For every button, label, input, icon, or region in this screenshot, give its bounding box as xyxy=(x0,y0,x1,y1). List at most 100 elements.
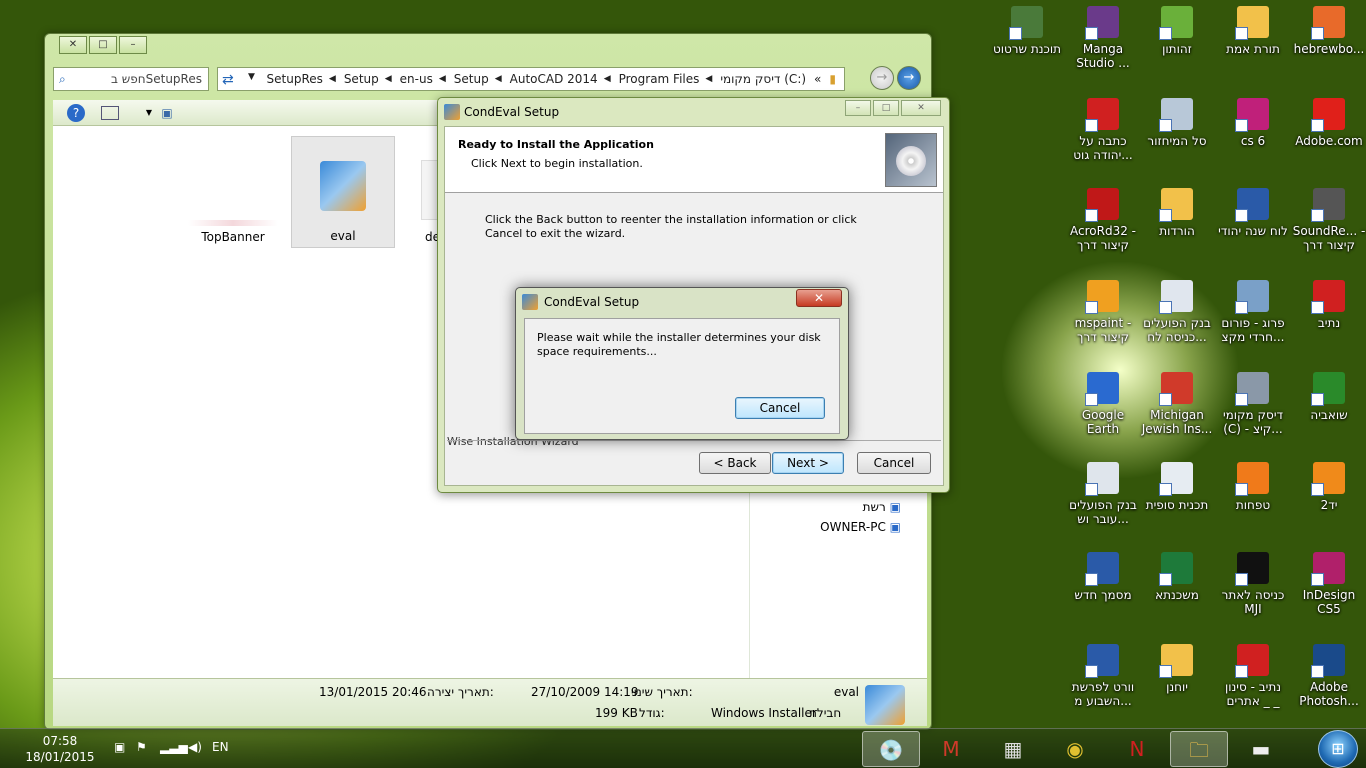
cancel-button[interactable]: Cancel xyxy=(735,397,825,419)
desktop-icon[interactable]: פרוג - פורום חרדי מקצ... xyxy=(1214,280,1292,344)
desktop-icon[interactable]: תוכנת שרטוט xyxy=(988,6,1066,56)
desktop-icon-label: סל המיחזור xyxy=(1147,134,1207,148)
desktop-icon[interactable]: תכנית סופית xyxy=(1138,462,1216,512)
wizard-header: Ready to Install the Application Click N… xyxy=(445,127,943,193)
desktop-icon-label: InDesign CS5 xyxy=(1302,588,1356,616)
desktop-icon[interactable]: AcroRd32 - קיצור דרך xyxy=(1064,188,1142,252)
flag-icon[interactable]: ⚑ xyxy=(136,740,147,754)
desktop-icon[interactable]: טפחות xyxy=(1214,462,1292,512)
action-center-icon[interactable]: ▣ xyxy=(114,740,125,754)
downloads-folder-icon xyxy=(1159,188,1193,222)
breadcrumb-segment[interactable]: Program Files xyxy=(619,72,700,86)
chrome-icon[interactable]: ◉ xyxy=(1046,731,1104,767)
excel-icon xyxy=(1159,552,1193,586)
scanner-icon[interactable]: ▬ xyxy=(1232,731,1290,767)
view-icon[interactable]: ▣ xyxy=(157,104,177,122)
search-box[interactable]: ⌕ חפש בSetupRes xyxy=(53,67,209,91)
file-item[interactable]: TopBanner xyxy=(181,136,285,248)
desktop-icon[interactable]: סל המיחזור xyxy=(1138,98,1216,148)
desktop-icon[interactable]: Google Earth xyxy=(1064,372,1142,436)
desktop-icon-label: זהותון xyxy=(1162,42,1192,56)
breadcrumb-segment[interactable]: Setup xyxy=(454,72,489,86)
signal-icon[interactable]: ▂▃▅ xyxy=(160,740,188,754)
volume-icon[interactable]: ◀) xyxy=(188,740,202,754)
wizard-message: Click the Back button to reenter the ins… xyxy=(485,213,857,240)
calculator-icon[interactable]: ▦ xyxy=(984,731,1042,767)
microphone-icon xyxy=(1311,188,1345,222)
close-button[interactable]: ✕ xyxy=(901,100,941,116)
start-button[interactable]: ⊞ xyxy=(1318,730,1358,768)
address-bar[interactable]: ⇄ ▼ SetupRes ◀ Setup ◀ en-us ◀ Setup ◀ AutoC… xyxy=(217,67,845,91)
file-item-selected[interactable]: eval xyxy=(291,136,395,248)
minimize-button[interactable]: – xyxy=(845,100,871,116)
desktop-icon[interactable]: בנק הפועלים עובר וש... xyxy=(1064,462,1142,526)
desktop-icon-label: cs 6 xyxy=(1240,134,1266,148)
language-indicator[interactable]: EN xyxy=(212,740,229,754)
details-modified-label: תאריך שינוי: xyxy=(631,685,693,699)
desktop-icon[interactable]: וורט לפרשת השבוע מ... xyxy=(1064,644,1142,708)
desktop-icon[interactable]: שואביה xyxy=(1290,372,1366,422)
folder-icon xyxy=(1159,644,1193,678)
help-icon[interactable]: ? xyxy=(67,104,85,122)
desktop-icon[interactable]: Adobe Photosh... xyxy=(1290,644,1366,708)
breadcrumb-segment[interactable]: דיסק מקומי (C:) xyxy=(720,72,806,86)
desktop-icon[interactable]: cs 6 xyxy=(1214,98,1292,148)
nav-item-network[interactable]: רשת ▣ xyxy=(851,500,901,514)
disk-space-dialog[interactable]: CondEval Setup ✕ Please wait while the i… xyxy=(515,287,849,440)
explorer-folder-icon[interactable]: 🗀 xyxy=(1170,731,1228,767)
breadcrumb-segment[interactable]: en-us xyxy=(400,72,433,86)
desktop-icon[interactable]: mspaint - קיצור דרך xyxy=(1064,280,1142,344)
desktop-icon[interactable]: תורת אמת xyxy=(1214,6,1292,56)
close-button[interactable]: ✕ xyxy=(796,289,842,307)
desktop-icon[interactable]: Manga Studio ... xyxy=(1064,6,1142,70)
desktop-icon[interactable]: כניסה לאתר MJI xyxy=(1214,552,1292,616)
chevron-icon: ◀ xyxy=(384,74,392,84)
view-dropdown-icon[interactable]: ▼ xyxy=(139,104,159,122)
minimize-button[interactable]: – xyxy=(119,36,147,54)
breadcrumb-segment[interactable]: SetupRes xyxy=(267,72,323,86)
next-button[interactable]: Next > xyxy=(772,452,844,474)
desktop-icon[interactable]: נתיב xyxy=(1290,280,1366,330)
google-earth-icon xyxy=(1085,372,1119,406)
breadcrumb-segment[interactable]: Setup xyxy=(344,72,379,86)
breadcrumb-more[interactable]: « xyxy=(814,72,821,86)
desktop-icon[interactable]: כתבה על יהודה גוט... xyxy=(1064,98,1142,162)
installer-icon[interactable]: 💿 xyxy=(862,731,920,767)
back-button[interactable]: < Back xyxy=(699,452,771,474)
tefahot-icon xyxy=(1235,462,1269,496)
refresh-icon[interactable]: ⇄ xyxy=(222,71,240,89)
desktop-icon[interactable]: בנק הפועלים כניסה לח... xyxy=(1138,280,1216,344)
desktop-icon[interactable]: הורדות xyxy=(1138,188,1216,238)
clock-time: 07:58 xyxy=(42,734,78,748)
desktop-icon[interactable]: hebrewbo... xyxy=(1290,6,1366,56)
maximize-button[interactable]: □ xyxy=(873,100,899,116)
nav-item-computer[interactable]: OWNER-PC ▣ xyxy=(793,520,901,534)
desktop-icon[interactable]: Adobe.com xyxy=(1290,98,1366,148)
nativ-icon[interactable]: N xyxy=(1108,731,1166,767)
desktop-icon[interactable]: נתיב - סינון אתרים _ _ xyxy=(1214,644,1292,708)
back-button[interactable]: → xyxy=(897,66,921,90)
cancel-button[interactable]: Cancel xyxy=(857,452,931,474)
calendar-icon xyxy=(1235,188,1269,222)
desktop-icon[interactable]: דיסק מקומי (C) - קיצ... xyxy=(1214,372,1292,436)
desktop-icon-label: הורדות xyxy=(1159,224,1195,238)
breadcrumb-segment[interactable]: AutoCAD 2014 xyxy=(510,72,598,86)
clock[interactable]: 07:58 18/01/2015 xyxy=(10,733,110,765)
taskbar: 07:58 18/01/2015 ▣ ⚑ ▂▃▅ ◀) EN 💿 M ▦ ◉ N 🗀 ▬ xyxy=(0,728,1366,768)
desktop-icon[interactable]: זהותון xyxy=(1138,6,1216,56)
maximize-button[interactable]: □ xyxy=(89,36,117,54)
close-button[interactable]: ✕ xyxy=(59,36,87,54)
desktop-icon[interactable]: לוח שנה יהודי xyxy=(1214,188,1292,238)
desktop-icon[interactable]: יוחנן xyxy=(1138,644,1216,694)
desktop-icon[interactable]: משכנתא xyxy=(1138,552,1216,602)
desktop-icon[interactable]: יד2 xyxy=(1290,462,1366,512)
preview-pane-icon[interactable] xyxy=(101,106,119,120)
desktop-icon[interactable]: מסמך חדש xyxy=(1064,552,1142,602)
desktop-icon[interactable]: SoundRe... - קיצור דרך xyxy=(1290,188,1366,252)
forward-button[interactable]: → xyxy=(870,66,894,90)
desktop-icon[interactable]: InDesign CS5 xyxy=(1290,552,1366,616)
gmail-icon[interactable]: M xyxy=(922,731,980,767)
address-dropdown-icon[interactable]: ▼ xyxy=(248,72,255,82)
desktop-icon[interactable]: Michigan Jewish Ins... xyxy=(1138,372,1216,436)
document-icon xyxy=(1159,280,1193,314)
